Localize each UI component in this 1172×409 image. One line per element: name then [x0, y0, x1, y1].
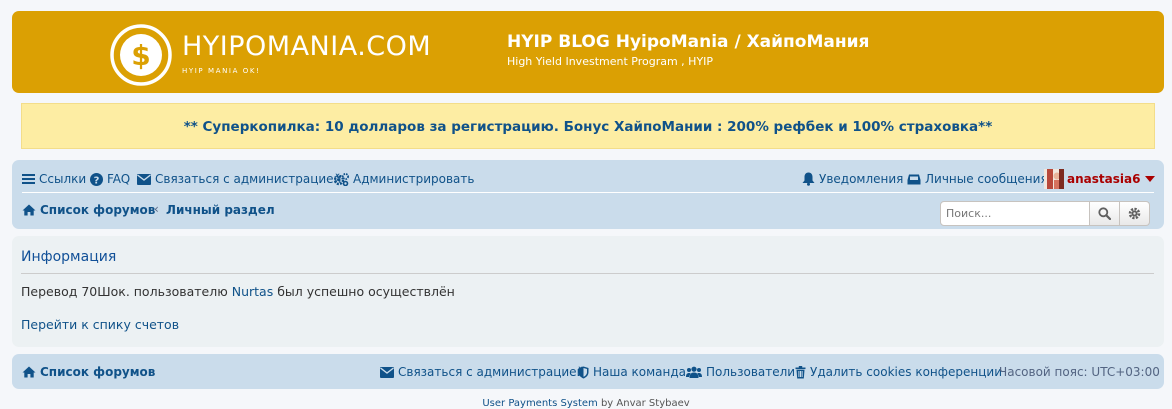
faq-link[interactable]: ? FAQ [90, 170, 130, 188]
breadcrumb-forum-index-label: Список форумов [40, 203, 156, 217]
caret-down-icon [1145, 176, 1156, 182]
contact-admin-label: Связаться с администрацией [155, 172, 342, 186]
information-panel: Информация Перевод 70Шок. пользователю N… [12, 236, 1164, 347]
faq-label: FAQ [107, 172, 131, 186]
admin-panel-link[interactable]: Администрировать [334, 170, 474, 188]
private-messages-label: Личные сообщения [925, 172, 1048, 186]
footer-users-label: Пользователи [706, 365, 796, 379]
recipient-user-link[interactable]: Nurtas [232, 284, 274, 299]
admin-panel-label: Администрировать [353, 172, 475, 186]
navbar: Ссылки ? FAQ Связаться с администрацией … [12, 160, 1164, 229]
home-icon [22, 366, 36, 378]
copyright: User Payments System by Anvar Stybaev [0, 398, 1172, 409]
footer-users-link[interactable]: Пользователи [686, 363, 795, 381]
search-box [940, 201, 1151, 226]
site-logo[interactable]: $ HYIPOMANIA.COM HYIP MANIA OK! [110, 24, 431, 86]
envelope-icon [137, 173, 151, 185]
panel-title: Информация [21, 249, 117, 265]
notifications-link[interactable]: Уведомления [802, 170, 903, 188]
message-prefix: Перевод 70Шок. пользователю [21, 284, 232, 299]
breadcrumb-personal-label: Личный раздел [166, 203, 275, 217]
footer-team-link[interactable]: Наша команда [578, 363, 686, 381]
advanced-search-button[interactable] [1120, 201, 1150, 226]
search-input[interactable] [940, 201, 1090, 226]
transfer-success-message: Перевод 70Шок. пользователю Nurtas был у… [21, 284, 455, 299]
timezone-label: Часовой пояс: UTC+03:00 [999, 365, 1160, 379]
search-icon [1098, 207, 1111, 220]
logo-tagline: HYIP MANIA OK! [182, 67, 261, 75]
footer-delete-cookies[interactable]: Удалить cookies конференции [795, 363, 1002, 381]
message-suffix: был успешно осуществлён [273, 284, 455, 299]
footer-contact-admin[interactable]: Связаться с администрацией [380, 363, 584, 381]
gear-icon [1128, 207, 1141, 220]
contact-admin-link[interactable]: Связаться с администрацией [137, 170, 341, 188]
breadcrumb-separator: ‹ [154, 202, 159, 216]
menu-icon [22, 174, 35, 184]
panel-divider [21, 273, 1154, 274]
copyright-author: by Anvar Stybaev [597, 398, 690, 409]
breadcrumb-forum-index[interactable]: Список форумов [22, 201, 155, 219]
user-payments-system-link[interactable]: User Payments System [482, 398, 597, 409]
bell-icon [802, 172, 815, 186]
search-button[interactable] [1090, 201, 1120, 226]
envelope-icon [380, 366, 394, 378]
avatar [1044, 169, 1064, 189]
announcement-text: ** Суперкопилка: 10 долларов за регистра… [183, 119, 993, 135]
announcement-banner: ** Суперкопилка: 10 долларов за регистра… [21, 103, 1155, 149]
breadcrumb-personal[interactable]: Личный раздел [166, 201, 275, 219]
quick-links-label: Ссылки [39, 172, 87, 186]
user-profile-dropdown[interactable]: anastasia6 [1044, 169, 1156, 189]
svg-text:$: $ [131, 39, 150, 72]
notifications-label: Уведомления [819, 172, 904, 186]
footer-delete-cookies-label: Удалить cookies конференции [810, 365, 1003, 379]
timezone-info: Часовой пояс: UTC+03:00 [999, 363, 1160, 381]
quick-links-menu[interactable]: Ссылки [22, 170, 86, 188]
site-description: High Yield Investment Program , HYIP [507, 55, 714, 68]
nav-divider [22, 192, 1154, 193]
trash-icon [795, 365, 806, 378]
logo-text: HYIPOMANIA.COM [182, 31, 432, 62]
nav-quick-links: Ссылки ? FAQ Связаться с администрацией … [22, 169, 1156, 189]
question-circle-icon: ? [90, 172, 103, 186]
users-icon [686, 366, 702, 378]
shield-icon [578, 366, 589, 378]
footer-navbar: Список форумов Связаться с администрацие… [12, 354, 1164, 389]
back-to-accounts-link[interactable]: Перейти к спику счетов [21, 317, 179, 332]
username: anastasia6 [1067, 172, 1141, 186]
inbox-icon [907, 174, 921, 184]
footer-team-label: Наша команда [593, 365, 687, 379]
footer-forum-index[interactable]: Список форумов [22, 363, 155, 381]
dollar-coin-icon: $ [110, 24, 172, 86]
footer-forum-index-label: Список форумов [40, 365, 156, 379]
site-title[interactable]: HYIP BLOG HyipoMania / ХайпоМания [507, 32, 869, 52]
private-messages-link[interactable]: Личные сообщения [907, 170, 1048, 188]
svg-text:?: ? [94, 175, 100, 186]
footer-contact-label: Связаться с администрацией [398, 365, 585, 379]
gears-icon [334, 172, 349, 186]
home-icon [22, 204, 36, 216]
site-header: $ HYIPOMANIA.COM HYIP MANIA OK! HYIP BLO… [12, 11, 1164, 93]
